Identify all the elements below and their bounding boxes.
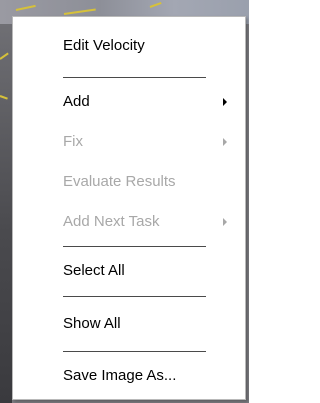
menu-separator <box>63 296 206 297</box>
menu-item-label: Edit Velocity <box>63 37 145 54</box>
menu-item-label: Fix <box>63 133 83 150</box>
submenu-arrow-icon <box>223 98 227 106</box>
menu-item-label: Show All <box>63 315 121 332</box>
application-window: Edit Velocity Add Fix Evaluate Results A… <box>0 0 249 403</box>
menu-item-evaluate-results: Evaluate Results <box>13 167 245 197</box>
menu-item-add[interactable]: Add <box>13 87 245 117</box>
menu-separator <box>63 246 206 247</box>
submenu-arrow-icon <box>223 138 227 146</box>
menu-item-label: Add <box>63 93 90 110</box>
menu-item-show-all[interactable]: Show All <box>13 309 245 339</box>
context-menu: Edit Velocity Add Fix Evaluate Results A… <box>12 16 246 400</box>
menu-item-label: Evaluate Results <box>63 173 176 190</box>
menu-item-add-next-task: Add Next Task <box>13 207 245 237</box>
menu-item-label: Select All <box>63 262 125 279</box>
menu-separator <box>63 77 206 78</box>
menu-item-edit-velocity[interactable]: Edit Velocity <box>13 31 245 61</box>
menu-item-label: Add Next Task <box>63 213 160 230</box>
submenu-arrow-icon <box>223 218 227 226</box>
menu-separator <box>63 351 206 352</box>
menu-item-fix: Fix <box>13 127 245 157</box>
menu-item-select-all[interactable]: Select All <box>13 256 245 286</box>
menu-item-label: Save Image As... <box>63 367 177 384</box>
menu-item-save-image-as[interactable]: Save Image As... <box>13 361 245 391</box>
viewport-left-region <box>0 24 12 403</box>
